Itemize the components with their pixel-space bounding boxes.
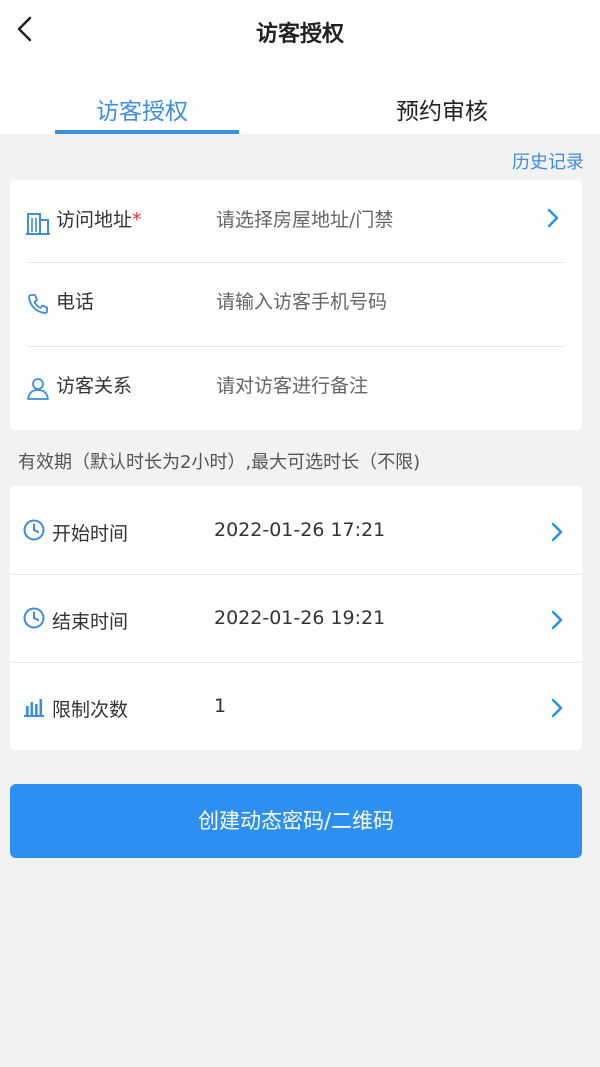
validity-note: 有效期（默认时长为2小时）,最大可选时长（不限) — [18, 452, 421, 473]
chevron-right-icon — [551, 522, 563, 542]
tab-appointment-review[interactable]: 预约审核 — [396, 92, 488, 126]
end-time-label: 结束时间 — [52, 611, 129, 633]
active-tab-indicator — [55, 130, 239, 134]
end-time-row[interactable]: 结束时间 2022-01-26 19:21 — [10, 574, 582, 662]
limit-count-label: 限制次数 — [52, 699, 129, 721]
end-time-value[interactable]: 2022-01-26 19:21 — [214, 607, 385, 629]
required-mark: * — [132, 209, 142, 231]
address-select[interactable]: 请选择房屋地址/门禁 — [216, 205, 393, 232]
relation-row[interactable]: 访客关系 请对访客进行备注 — [10, 346, 582, 430]
history-link[interactable]: 历史记录 — [512, 148, 584, 174]
relation-input[interactable]: 请对访客进行备注 — [216, 371, 368, 398]
clock-icon — [23, 607, 45, 629]
phone-icon — [28, 294, 48, 314]
start-time-row[interactable]: 开始时间 2022-01-26 17:21 — [10, 486, 582, 574]
bar-chart-icon — [24, 699, 44, 717]
time-settings-card: 开始时间 2022-01-26 17:21 结束时间 2022-01-26 19… — [10, 486, 582, 750]
limit-count-row[interactable]: 限制次数 1 — [10, 662, 582, 750]
limit-count-value[interactable]: 1 — [214, 695, 226, 717]
page-title: 访客授权 — [255, 22, 344, 47]
phone-row[interactable]: 电话 请输入访客手机号码 — [10, 262, 582, 346]
phone-input[interactable]: 请输入访客手机号码 — [216, 287, 387, 314]
chevron-right-icon — [551, 610, 563, 630]
chevron-right-icon — [551, 698, 563, 718]
building-icon — [26, 213, 50, 235]
relation-label: 访客关系 — [56, 375, 133, 397]
tab-visitor-authorization[interactable]: 访客授权 — [96, 92, 188, 126]
tab-bar: 访客授权 预约审核 — [0, 64, 600, 134]
address-label: 访问地址* — [56, 209, 142, 231]
header: 访客授权 — [0, 0, 600, 64]
phone-label: 电话 — [56, 291, 95, 313]
start-time-value[interactable]: 2022-01-26 17:21 — [214, 519, 385, 541]
clock-icon — [23, 519, 45, 541]
chevron-right-icon — [547, 208, 559, 228]
address-row[interactable]: 访问地址* 请选择房屋地址/门禁 — [10, 180, 582, 264]
visitor-info-card: 访问地址* 请选择房屋地址/门禁 电话 请输入访客手机号码 访客关系 请对访客进… — [10, 180, 582, 430]
user-icon — [27, 378, 49, 400]
start-time-label: 开始时间 — [52, 523, 129, 545]
create-code-button[interactable]: 创建动态密码/二维码 — [10, 784, 582, 858]
